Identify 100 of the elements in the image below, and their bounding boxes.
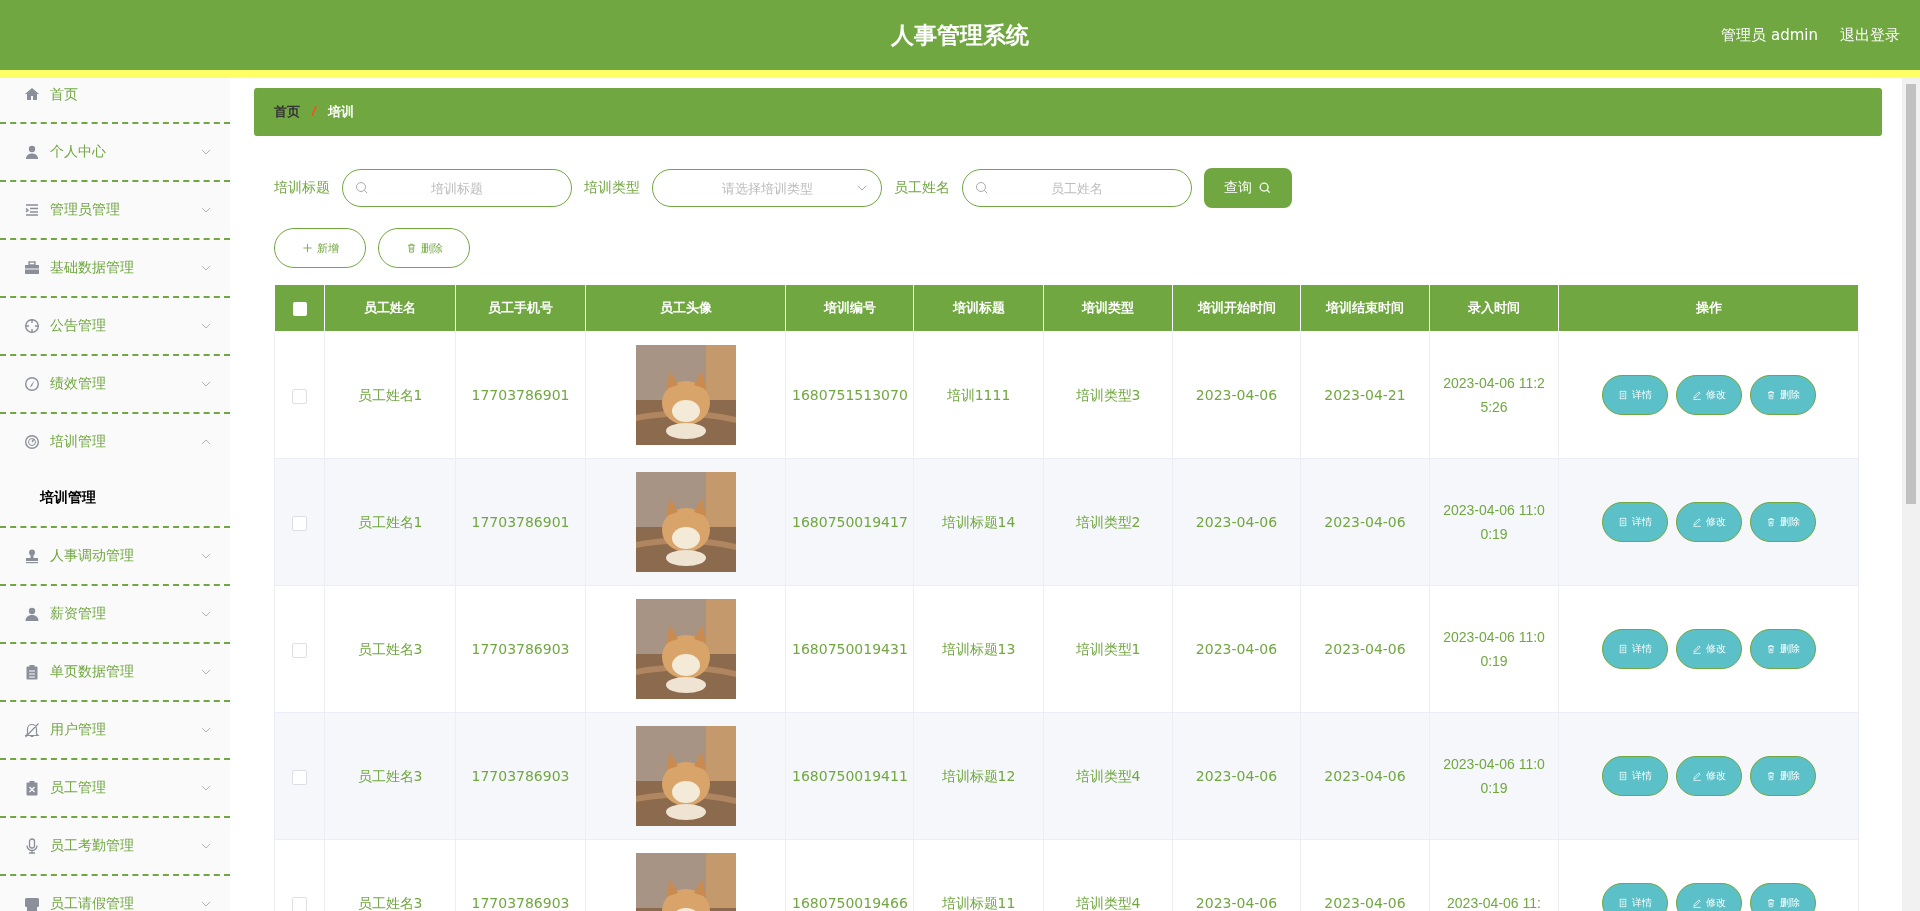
row-checkbox[interactable] [292,515,307,531]
gauge-icon [24,434,40,450]
table-cell-text: 培训标题13 [941,641,1016,657]
column-header: 培训开始时间 [1172,284,1301,332]
row-checkbox[interactable] [292,642,307,658]
table-cell-text: 17703786903 [471,768,570,784]
table-cell-text: 2023-04-06 [1324,895,1406,911]
row-checkbox[interactable] [292,388,307,404]
search-icon [1258,180,1272,196]
detail-button[interactable]: 详情 [1601,756,1668,796]
table-cell-text: 2023-04-06 [1195,387,1278,403]
breadcrumb-link[interactable]: 培训 [328,103,354,121]
app-title: 人事管理系统 [891,20,1029,50]
detail-button[interactable]: 详情 [1601,883,1668,911]
table-cell-text: 2023-04-06 [1324,514,1406,530]
edit-button[interactable]: 修改 [1675,502,1742,542]
column-header: 培训类型 [1043,284,1173,332]
table-cell-text: 2023-04-06 [1195,895,1278,911]
table-cell-text: 17703786903 [471,641,570,657]
table-cell-text: 员工姓名1 [357,387,423,403]
column-header: 员工姓名 [324,284,456,332]
column-header: 培训结束时间 [1300,284,1430,332]
table-cell-text: 1680750019431 [792,641,908,657]
clipboard-icon [24,664,40,680]
table-cell-text: 17703786901 [471,514,570,530]
column-header: 培训标题 [913,284,1044,332]
user-icon [24,606,40,622]
filter-label: 员工姓名 [894,179,950,197]
table-cell-text: 2023-04-06 11:00:19 [1443,502,1545,542]
breadcrumb-link[interactable]: 首页 [274,103,300,121]
table-cell-text: 2023-04-06 [1195,641,1278,657]
table-cell-text: 培训标题11 [941,895,1016,911]
delete-button[interactable]: 删除 [378,228,470,268]
home-icon [24,86,40,102]
delete-button[interactable]: 删除 [1749,502,1816,542]
separator-icon [310,104,318,117]
table-cell-text: 1680750019466 [792,895,908,911]
add-button[interactable]: 新增 [274,228,366,268]
bell-off-icon [24,722,40,738]
user-label: 管理员 admin [1721,25,1818,45]
list-icon [24,202,40,218]
search-field[interactable]: 员工姓名 [962,169,1192,207]
column-header: 培训编号 [785,284,914,332]
table-cell-text: 培训1111 [946,387,1011,403]
table-cell-text: 员工姓名1 [357,514,423,530]
column-header: 操作 [1558,284,1859,332]
delete-button[interactable]: 删除 [1749,629,1816,669]
filter-label: 培训标题 [274,179,330,197]
edit-button[interactable]: 修改 [1675,629,1742,669]
logout-link[interactable]: 退出登录 [1840,25,1900,45]
table-cell-text: 培训标题14 [941,514,1016,530]
user-icon [24,144,40,160]
table-cell-text: 培训标题12 [941,768,1016,784]
row-checkbox[interactable] [292,896,307,911]
table-cell-text: 1680751513070 [792,387,908,403]
edit-button[interactable]: 修改 [1675,883,1742,911]
table-cell-text: 员工姓名3 [357,641,423,657]
table-cell-text: 培训类型2 [1075,514,1141,530]
table-cell-text: 员工姓名3 [357,768,423,784]
table-cell-text: 1680750019411 [792,768,908,784]
table-cell-text: 17703786903 [471,895,570,911]
briefcase-icon [24,260,40,276]
filter-label: 培训类型 [584,179,640,197]
search-field[interactable]: 培训标题 [342,169,572,207]
column-header: 员工头像 [585,284,786,332]
crosshair-icon [24,318,40,334]
table-cell-text: 2023-04-06 11:00:19 [1443,756,1545,796]
table-cell-text: 培训类型4 [1075,768,1141,784]
edit-button[interactable]: 修改 [1675,756,1742,796]
delete-button[interactable]: 删除 [1749,375,1816,415]
select-field[interactable]: 请选择培训类型 [652,169,882,207]
table-cell-text: 员工姓名3 [357,895,423,911]
table-cell-text: 2023-04-06 11:25:26 [1443,375,1545,415]
delete-button[interactable]: 删除 [1749,756,1816,796]
microphone-icon [24,838,40,854]
clipboard-icon [24,780,40,796]
detail-button[interactable]: 详情 [1601,502,1668,542]
search-icon [354,180,370,196]
table-cell-text: 培训类型3 [1075,387,1141,403]
table-cell-text: 2023-04-06 11: [1447,895,1541,911]
detail-button[interactable]: 详情 [1601,375,1668,415]
table-cell-text: 2023-04-06 [1195,514,1278,530]
row-checkbox[interactable] [292,769,307,785]
table-cell-text: 2023-04-06 11:00:19 [1443,629,1545,669]
delete-button[interactable]: 删除 [1749,883,1816,911]
table-cell-text: 培训类型1 [1075,641,1141,657]
tray-icon [24,896,40,911]
detail-button[interactable]: 详情 [1601,629,1668,669]
column-header: 员工手机号 [455,284,586,332]
select-all-checkbox[interactable] [292,301,307,316]
table-cell-text: 2023-04-06 [1195,768,1278,784]
table-cell-text: 2023-04-21 [1324,387,1406,403]
table-cell-text: 1680750019417 [792,514,908,530]
search-icon [974,180,990,196]
edit-button[interactable]: 修改 [1675,375,1742,415]
scrollbar[interactable] [1902,78,1920,911]
table-cell-text: 培训类型4 [1075,895,1141,911]
column-header: 录入时间 [1429,284,1559,332]
compass-icon [24,376,40,392]
query-button[interactable]: 查询 [1204,168,1292,208]
